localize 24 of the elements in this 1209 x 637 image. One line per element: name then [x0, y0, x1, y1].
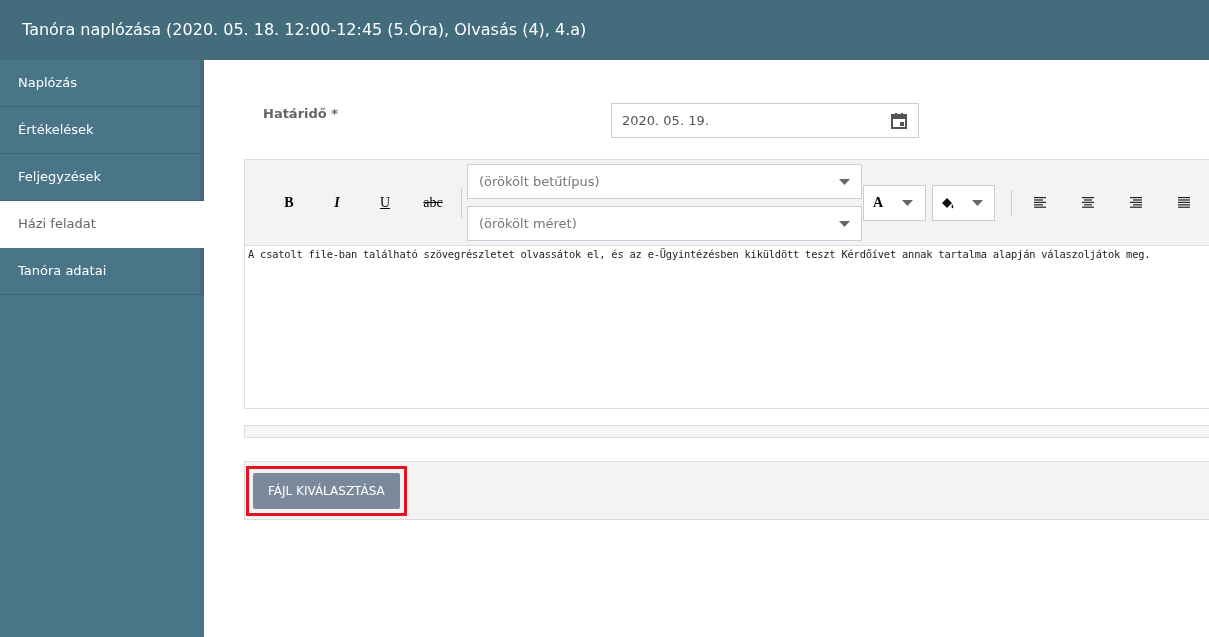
text-color-button[interactable]: A: [863, 184, 926, 221]
field-label: Határidő *: [263, 105, 340, 123]
calendar-icon: [890, 111, 908, 130]
font-select[interactable]: (örökölt betűtípus): [467, 164, 862, 199]
date-field[interactable]: 2020. 05. 19.: [611, 103, 919, 138]
underline-button[interactable]: U: [361, 187, 409, 218]
align-left-icon[interactable]: [1034, 197, 1046, 208]
choose-file-button[interactable]: FÁJL KIVÁLASZTÁSA: [253, 472, 400, 509]
align-right-icon[interactable]: [1130, 197, 1142, 208]
dropdown-caret-icon: [972, 199, 983, 206]
align-justify-icon[interactable]: [1178, 197, 1190, 208]
dropdown-caret-icon: [839, 178, 850, 185]
size-select[interactable]: (örökölt méret): [467, 206, 862, 241]
align-center-icon[interactable]: [1082, 197, 1094, 208]
italic-button[interactable]: I: [313, 187, 361, 218]
editor-text[interactable]: A csatolt file-ban található szövegrészletet olvassátok el, és az e-Ügyintézésben kiküldött teszt Kérdőívet annak tartalma alapján válaszoljátok meg.: [248, 247, 1209, 263]
bold-button[interactable]: B: [265, 187, 313, 218]
background-color-button[interactable]: [932, 184, 995, 221]
window-title: Tanóra naplózása (2020. 05. 18. 12:00-12:45 (5.Óra), Olvasás (4), 4.a): [22, 19, 587, 41]
dropdown-caret-icon: [902, 199, 913, 206]
dropdown-caret-icon: [839, 220, 850, 227]
sidebar-tab[interactable]: Házi feladat: [0, 201, 204, 248]
paint-bucket-icon: [941, 196, 955, 209]
strikethrough-button[interactable]: abc: [409, 187, 457, 218]
